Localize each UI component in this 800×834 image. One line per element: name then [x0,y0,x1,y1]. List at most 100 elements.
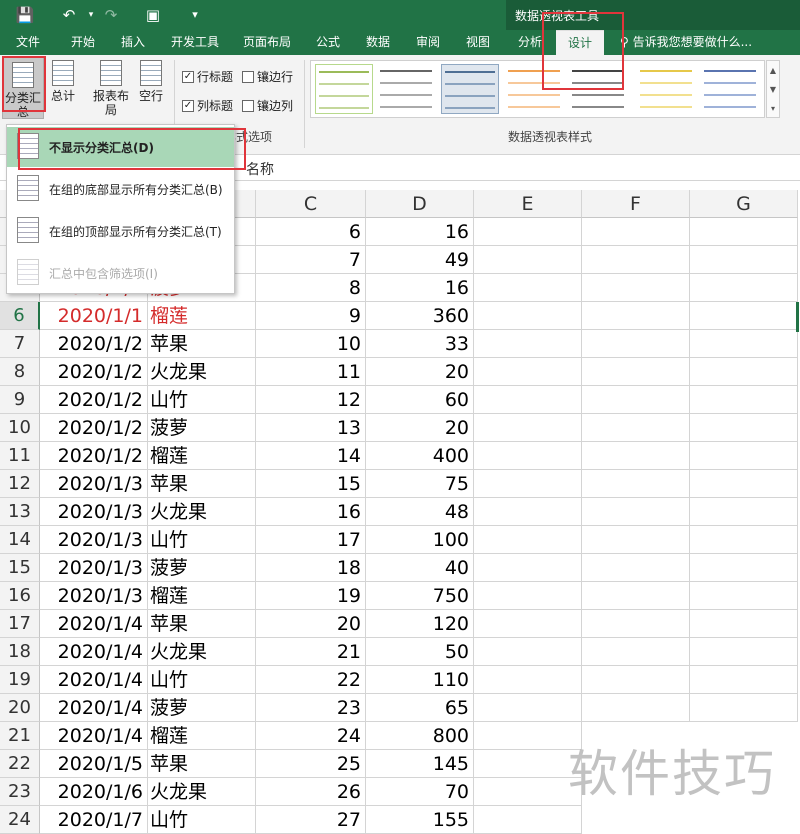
undo-icon[interactable]: ↶ [58,4,80,26]
empty-cell[interactable] [474,806,582,834]
column-c-cell[interactable]: 24 [256,722,366,750]
style-swatch-gray[interactable] [377,64,435,114]
date-cell[interactable]: 2020/1/3 [40,470,148,498]
report-layout-button[interactable]: 报表布局 [90,60,132,117]
empty-cell[interactable] [690,666,798,694]
column-d-cell[interactable]: 70 [366,778,474,806]
row-header[interactable]: 20 [0,694,40,722]
fruit-name-cell[interactable]: 苹果 [148,330,256,358]
empty-cell[interactable] [582,470,690,498]
empty-cell[interactable] [690,218,798,246]
empty-cell[interactable] [474,414,582,442]
row-header[interactable]: 14 [0,526,40,554]
empty-cell[interactable] [582,330,690,358]
column-c-cell[interactable]: 7 [256,246,366,274]
fruit-name-cell[interactable]: 菠萝 [148,554,256,582]
column-c-cell[interactable]: 15 [256,470,366,498]
column-c-cell[interactable]: 20 [256,610,366,638]
column-c-cell[interactable]: 14 [256,442,366,470]
column-c-cell[interactable]: 6 [256,218,366,246]
date-cell[interactable]: 2020/1/3 [40,526,148,554]
empty-cell[interactable] [690,694,798,722]
empty-cell[interactable] [582,554,690,582]
gallery-scroll[interactable]: ▲ ▼ ▾ [766,60,780,118]
menu-item-subtotals-bottom[interactable]: 在组的底部显示所有分类汇总(B) [7,169,234,209]
column-c-cell[interactable]: 23 [256,694,366,722]
column-d-cell[interactable]: 33 [366,330,474,358]
empty-cell[interactable] [690,274,798,302]
column-d-cell[interactable]: 360 [366,302,474,330]
empty-cell[interactable] [582,498,690,526]
column-d-cell[interactable]: 145 [366,750,474,778]
tab-home[interactable]: 开始 [60,30,106,55]
column-d-cell[interactable]: 800 [366,722,474,750]
column-header[interactable]: F [582,190,690,218]
empty-cell[interactable] [582,610,690,638]
empty-cell[interactable] [474,582,582,610]
tab-insert[interactable]: 插入 [110,30,156,55]
empty-cell[interactable] [582,414,690,442]
empty-cell[interactable] [582,302,690,330]
fruit-name-cell[interactable]: 火龙果 [148,778,256,806]
empty-cell[interactable] [690,498,798,526]
row-header[interactable]: 24 [0,806,40,834]
save-icon[interactable]: 💾 [14,4,36,26]
date-cell[interactable]: 2020/1/7 [40,806,148,834]
date-cell[interactable]: 2020/1/5 [40,750,148,778]
tell-me-search[interactable]: ⚲ 告诉我您想要做什么... [620,30,752,55]
fruit-name-cell[interactable]: 苹果 [148,750,256,778]
style-swatch-yellow[interactable] [637,64,695,114]
tab-page-layout[interactable]: 页面布局 [236,30,298,55]
camera-icon[interactable]: ▣ [142,4,164,26]
empty-cell[interactable] [690,554,798,582]
empty-cell[interactable] [474,302,582,330]
empty-cell[interactable] [690,442,798,470]
column-d-cell[interactable]: 16 [366,274,474,302]
row-header[interactable]: 9 [0,386,40,414]
empty-cell[interactable] [474,554,582,582]
empty-cell[interactable] [582,694,690,722]
tab-view[interactable]: 视图 [456,30,500,55]
customize-qat-icon[interactable]: ▾ [184,4,206,26]
date-cell[interactable]: 2020/1/4 [40,610,148,638]
row-header[interactable]: 15 [0,554,40,582]
tab-review[interactable]: 审阅 [406,30,450,55]
fruit-name-cell[interactable]: 山竹 [148,806,256,834]
empty-cell[interactable] [690,246,798,274]
empty-cell[interactable] [474,358,582,386]
empty-cell[interactable] [474,498,582,526]
row-header[interactable]: 16 [0,582,40,610]
empty-cell[interactable] [474,610,582,638]
column-c-cell[interactable]: 18 [256,554,366,582]
tab-data[interactable]: 数据 [356,30,400,55]
empty-cell[interactable] [474,722,582,750]
row-header[interactable]: 10 [0,414,40,442]
column-c-cell[interactable]: 17 [256,526,366,554]
empty-cell[interactable] [474,778,582,806]
column-d-cell[interactable]: 40 [366,554,474,582]
tab-file[interactable]: 文件 [6,30,50,55]
fruit-name-cell[interactable]: 火龙果 [148,498,256,526]
empty-cell[interactable] [690,358,798,386]
empty-cell[interactable] [582,442,690,470]
date-cell[interactable]: 2020/1/3 [40,498,148,526]
empty-cell[interactable] [582,386,690,414]
column-d-cell[interactable]: 60 [366,386,474,414]
row-header[interactable]: 21 [0,722,40,750]
date-cell[interactable]: 2020/1/2 [40,442,148,470]
column-header[interactable]: E [474,190,582,218]
empty-cell[interactable] [474,386,582,414]
date-cell[interactable]: 2020/1/4 [40,666,148,694]
fruit-name-cell[interactable]: 菠萝 [148,414,256,442]
date-cell[interactable]: 2020/1/4 [40,638,148,666]
empty-cell[interactable] [474,246,582,274]
row-header[interactable]: 18 [0,638,40,666]
column-c-cell[interactable]: 12 [256,386,366,414]
redo-icon[interactable]: ↷ [100,4,122,26]
row-header[interactable]: 11 [0,442,40,470]
row-header[interactable]: 13 [0,498,40,526]
undo-dropdown-icon[interactable]: ▾ [80,4,102,26]
empty-cell[interactable] [690,302,798,330]
column-d-cell[interactable]: 75 [366,470,474,498]
column-d-cell[interactable]: 65 [366,694,474,722]
